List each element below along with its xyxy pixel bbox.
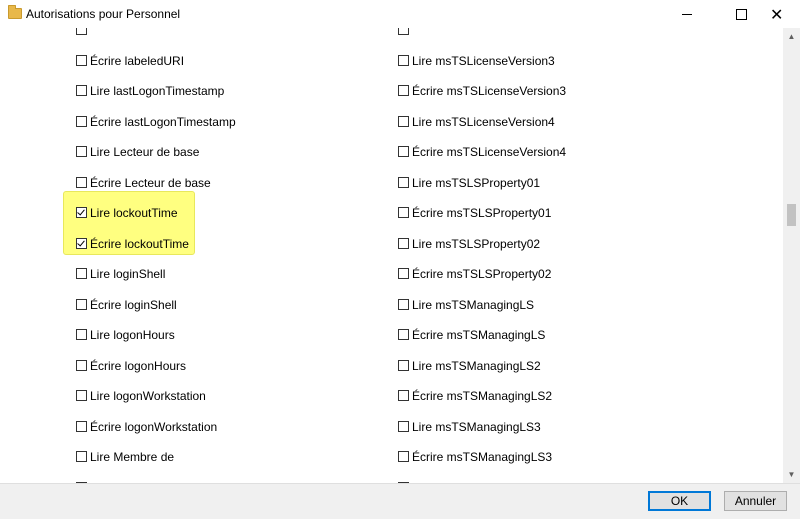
- permission-checkbox[interactable]: [398, 360, 409, 371]
- cancel-button[interactable]: Annuler: [724, 491, 787, 511]
- permission-checkbox[interactable]: [398, 55, 409, 66]
- permission-checkbox[interactable]: [398, 390, 409, 401]
- permission-label: Lire logonHours: [90, 328, 175, 342]
- permission-label: Écrire loginShell: [90, 298, 177, 312]
- permission-label: Écrire msTSLicenseVersion4: [412, 145, 567, 159]
- permission-label: Écrire logonHours: [90, 359, 187, 373]
- permission-label: Lire lockoutTime: [90, 206, 178, 220]
- scroll-up-icon[interactable]: ▲: [783, 28, 800, 45]
- permission-checkbox[interactable]: [398, 329, 409, 340]
- permission-label: Écrire Lecteur de base: [90, 176, 211, 190]
- permission-checkbox[interactable]: [398, 238, 409, 249]
- minimize-icon: [682, 14, 692, 15]
- permission-label: Écrire labeledURI: [90, 54, 185, 68]
- permission-label: Écrire msTSLSProperty01: [412, 206, 552, 220]
- permission-checkbox[interactable]: [76, 238, 87, 249]
- permission-checkbox[interactable]: [76, 85, 87, 96]
- permission-checkbox[interactable]: [398, 146, 409, 157]
- permission-checkbox[interactable]: [76, 329, 87, 340]
- permission-label: Écrire msTSLicenseVersion3: [412, 84, 567, 98]
- permission-label: Lire msTSLSProperty01: [412, 176, 541, 190]
- permission-label: Lire msTSManagingLS: [412, 298, 535, 312]
- permissions-list: Écrire labeledURI Lire lastLogonTimestamp…: [0, 28, 783, 483]
- permission-checkbox[interactable]: [76, 207, 87, 218]
- permission-checkbox[interactable]: [398, 177, 409, 188]
- permission-checkbox[interactable]: [76, 55, 87, 66]
- title-bar: Autorisations pour Personnel ✕: [0, 0, 800, 28]
- ok-button[interactable]: OK: [648, 491, 711, 511]
- dialog-footer: OK Annuler: [0, 483, 800, 519]
- permission-label: Écrire msTSLSProperty02: [412, 267, 552, 281]
- permission-checkbox[interactable]: [398, 268, 409, 279]
- permission-checkbox[interactable]: [398, 451, 409, 462]
- permission-label: Écrire msTSManagingLS2: [412, 389, 553, 403]
- permission-checkbox[interactable]: [398, 299, 409, 310]
- permission-checkbox[interactable]: [398, 421, 409, 432]
- folder-icon: [8, 5, 22, 19]
- close-button[interactable]: ✕: [754, 0, 800, 28]
- close-icon: ✕: [770, 7, 784, 24]
- permission-label: Écrire logonWorkstation: [90, 420, 218, 434]
- vertical-scrollbar[interactable]: ▲ ▼: [783, 28, 800, 483]
- permission-checkbox[interactable]: [76, 299, 87, 310]
- permission-label: Lire msTSLSProperty02: [412, 237, 541, 251]
- permission-checkbox[interactable]: [76, 360, 87, 371]
- maximize-icon: [736, 9, 747, 20]
- permission-checkbox[interactable]: [76, 390, 87, 401]
- permission-label: Lire lastLogonTimestamp: [90, 84, 225, 98]
- permission-checkbox[interactable]: [398, 85, 409, 96]
- permission-checkbox[interactable]: [76, 177, 87, 188]
- minimize-button[interactable]: [664, 0, 710, 28]
- permission-checkbox[interactable]: [398, 207, 409, 218]
- scrollbar-thumb[interactable]: [787, 204, 796, 226]
- permission-label: Écrire lastLogonTimestamp: [90, 115, 236, 129]
- permission-checkbox[interactable]: [398, 28, 409, 35]
- permission-label: Écrire msTSManagingLS3: [412, 450, 553, 464]
- permission-checkbox[interactable]: [76, 268, 87, 279]
- permission-checkbox[interactable]: [76, 451, 87, 462]
- permission-checkbox[interactable]: [76, 421, 87, 432]
- permission-label: Écrire lockoutTime: [90, 237, 189, 251]
- permission-checkbox[interactable]: [76, 116, 87, 127]
- permission-checkbox[interactable]: [76, 28, 87, 35]
- permission-label: Lire msTSLicenseVersion4: [412, 115, 555, 129]
- permission-label: Lire Lecteur de base: [90, 145, 200, 159]
- scroll-down-icon[interactable]: ▼: [783, 466, 800, 483]
- permission-checkbox[interactable]: [76, 146, 87, 157]
- permission-label: Lire loginShell: [90, 267, 166, 281]
- permission-label: Écrire msTSManagingLS: [412, 328, 546, 342]
- permission-label: Lire msTSManagingLS2: [412, 359, 541, 373]
- permission-checkbox[interactable]: [398, 116, 409, 127]
- permission-label: Lire msTSManagingLS3: [412, 420, 541, 434]
- permission-label: Lire logonWorkstation: [90, 389, 206, 403]
- permission-label: Lire Membre de: [90, 450, 175, 464]
- window-title: Autorisations pour Personnel: [26, 7, 181, 21]
- permission-label: Lire msTSLicenseVersion3: [412, 54, 555, 68]
